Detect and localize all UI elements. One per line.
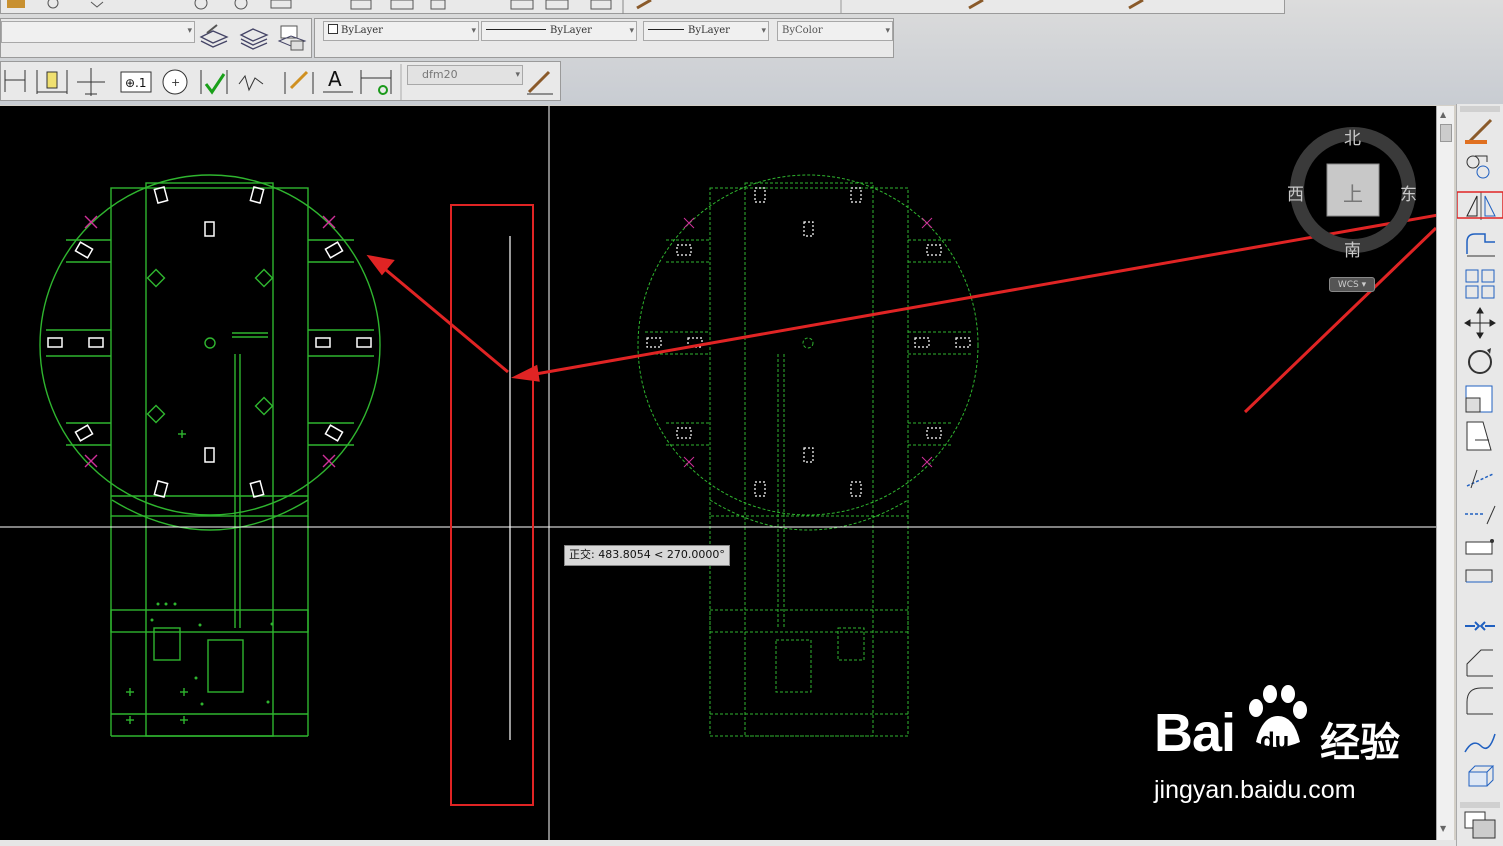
baidu-watermark: Bai du 经验 jingyan.baidu.com [1150,685,1430,818]
open-icon [7,0,25,8]
dimension-text-edit-icon: A [323,67,353,93]
scroll-thumb[interactable] [1440,124,1452,142]
part-original [39,174,381,737]
dimension-continue-icon [4,70,26,92]
watermark-paw-text: du [1260,728,1290,755]
part-mirror-preview [637,174,979,737]
dimension-ordinate-icon [77,68,105,96]
wcs-label: WCS [1337,280,1359,290]
plotstyle-combo-value: ByColor [782,25,823,36]
layer-properties-icon[interactable] [199,23,229,53]
scroll-up-icon[interactable]: ▲ [1440,110,1450,120]
watermark-url: jingyan.baidu.com [1154,776,1356,804]
scale-icon [1465,385,1493,413]
trim-icon [1466,469,1494,489]
plotstyle-combo[interactable]: ByColor ▾ [777,21,893,41]
stretch-icon [1466,421,1492,451]
draworder-icon [1464,811,1496,839]
viewcube[interactable]: 北 南 东 西 上 [1287,124,1424,296]
join-icon [1465,621,1495,631]
fillet-icon [1466,687,1493,715]
linetype-sample [486,29,546,30]
extend-icon [1465,505,1496,525]
offset-icon [1466,233,1495,257]
svg-text:+: + [171,76,180,89]
break-at-point-icon [1465,539,1494,555]
layer-previous-icon[interactable] [239,23,269,53]
properties-toolbar: ByLayer ▾ ByLayer ▾ ByLayer ▾ ByColor ▾ [314,18,894,58]
horizontal-scrollbar[interactable] [0,840,1456,846]
dimension-toolbar: ⊕.1 + A dfm20 ▾ [0,61,561,101]
blend-icon [1464,733,1496,753]
annotation-arrows [366,213,1436,414]
dimension-style-combo[interactable]: dfm20 ▾ [407,65,523,85]
move-icon [1464,307,1496,339]
color-combo-value: ByLayer [341,25,383,36]
part-original-dots [150,602,274,706]
chamfer-icon [1466,649,1493,677]
part-original-xmarks [84,215,336,468]
layers-toolbar: ▾ [0,18,312,58]
modify-toolbar [1456,104,1503,846]
color-swatch-icon [328,24,338,34]
rotate-icon [1468,348,1492,374]
lineweight-combo-value: ByLayer [688,25,730,36]
part-mirror-holes [646,187,971,497]
layer-combo[interactable]: ▾ [1,21,195,43]
copy-icon [1466,155,1490,179]
compass-south[interactable]: 南 [1344,236,1361,261]
erase-icon [1465,118,1493,144]
toolbar-area: ▾ ByLayer ▾ ByLayer ▾ ByLayer ▾ ByColor ▾ [0,0,1503,105]
inspect-icon [200,70,228,95]
drawing-canvas[interactable]: 北 南 东 西 上 WCS ▾ Bai du 经验 jingyan.baidu.… [0,106,1436,840]
dimension-style-icon [527,70,553,95]
dimension-text-icon [36,70,68,94]
dimension-edit-icon [284,70,314,94]
lineweight-sample [648,29,684,30]
watermark-brand: Bai [1154,703,1236,763]
linetype-combo-value: ByLayer [550,25,592,36]
viewcube-face-label: 上 [1343,182,1363,206]
linetype-combo[interactable]: ByLayer ▾ [481,21,637,41]
array-icon [1465,269,1495,299]
svg-text:A: A [328,67,342,91]
compass-west[interactable]: 西 [1287,180,1304,205]
jogged-icon [238,74,264,92]
watermark-cn: 经验 [1320,720,1400,766]
part-original-holes [47,186,372,498]
color-combo[interactable]: ByLayer ▾ [323,21,479,41]
standard-toolbar [0,0,1285,14]
scroll-down-icon[interactable]: ▼ [1440,824,1450,834]
svg-text:⊕.1: ⊕.1 [125,76,147,90]
compass-east[interactable]: 东 [1400,180,1417,205]
wcs-menu[interactable]: WCS ▾ [1329,277,1375,292]
orthogonal-tooltip: 正交: 483.8054 < 270.0000° [564,545,730,566]
compass-north[interactable]: 北 [1344,124,1361,149]
break-icon [1465,569,1493,583]
mirror-icon [1466,192,1496,220]
vertical-scrollbar[interactable]: ▲ ▼ [1436,106,1454,840]
lineweight-combo[interactable]: ByLayer ▾ [643,21,769,41]
layer-states-icon[interactable] [277,23,307,53]
explode-icon [1468,765,1495,787]
highlight-box [450,204,534,806]
dimension-update-icon [360,70,392,95]
dimension-style-combo-value: dfm20 [422,68,458,81]
